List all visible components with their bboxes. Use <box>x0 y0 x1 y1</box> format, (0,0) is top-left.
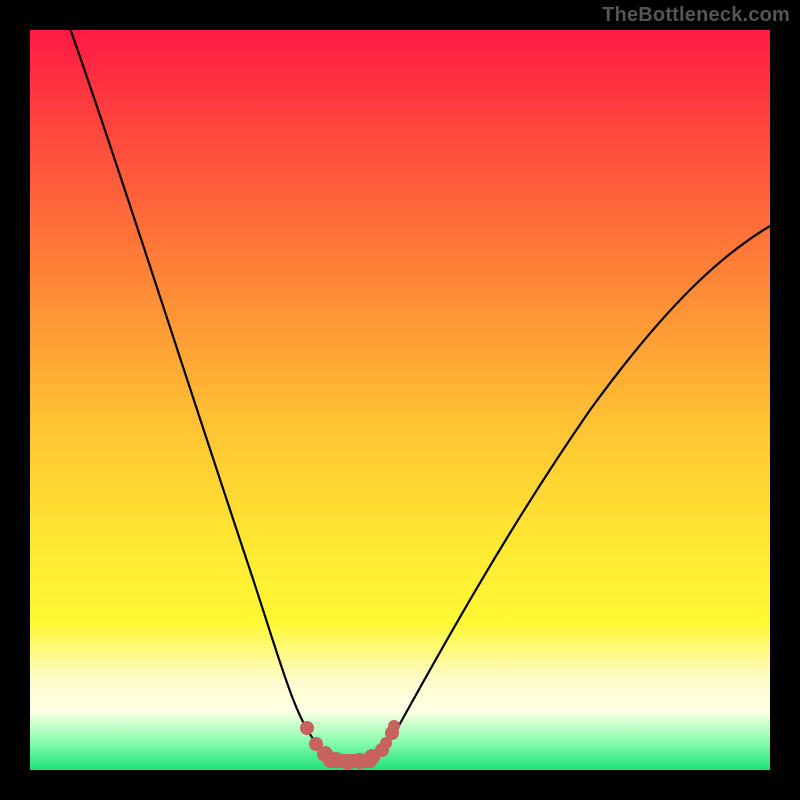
marker-bar <box>323 754 377 768</box>
bottleneck-curve-path <box>67 30 770 762</box>
chart-container: TheBottleneck.com <box>0 0 800 800</box>
marker-dot <box>300 721 314 735</box>
marker-dot <box>388 720 400 732</box>
curve-svg <box>30 30 770 770</box>
plot-area <box>30 30 770 770</box>
watermark-text: TheBottleneck.com <box>602 4 790 27</box>
optimal-band-markers <box>300 720 400 770</box>
